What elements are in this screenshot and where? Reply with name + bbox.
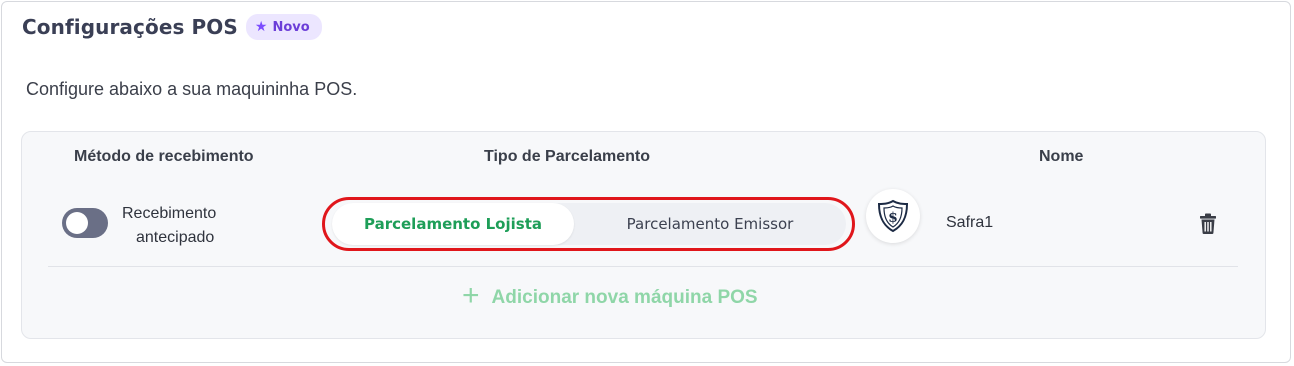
page-title: Configurações POS (22, 15, 238, 39)
early-receipt-label-line2: antecipado (136, 229, 215, 246)
early-receipt-label-line1: Recebimento (122, 205, 217, 222)
header: Configurações POS ★ Novo (22, 14, 322, 40)
new-badge: ★ Novo (245, 14, 322, 40)
svg-text:$: $ (888, 210, 898, 226)
option-parcelamento-lojista[interactable]: Parcelamento Lojista (332, 203, 574, 245)
subtitle: Configure abaixo a sua maquininha POS. (26, 79, 358, 99)
column-header-method: Método de recebimento (74, 148, 254, 165)
trash-icon[interactable] (1199, 213, 1217, 235)
add-pos-machine-label: Adicionar nova máquina POS (491, 286, 758, 308)
safra-bank-logo-icon: $ (866, 189, 920, 243)
column-header-installment-type: Tipo de Parcelamento (484, 148, 650, 165)
row-divider (48, 266, 1238, 267)
badge-label: Novo (272, 19, 310, 35)
column-header-name: Nome (1039, 148, 1084, 165)
early-receipt-label: Recebimento antecipado (122, 202, 262, 250)
safra-logo-svg: $ (877, 199, 909, 233)
add-pos-machine-button[interactable]: + Adicionar nova máquina POS (462, 279, 758, 312)
installment-type-segmented-control: Parcelamento Lojista Parcelamento Emisso… (332, 203, 846, 245)
option-parcelamento-emissor[interactable]: Parcelamento Emissor (590, 203, 830, 245)
pos-name: Safra1 (946, 214, 994, 231)
early-receipt-toggle[interactable] (62, 208, 108, 238)
plus-icon: + (462, 279, 480, 312)
star-icon: ★ (254, 19, 268, 35)
toggle-knob (66, 212, 88, 234)
